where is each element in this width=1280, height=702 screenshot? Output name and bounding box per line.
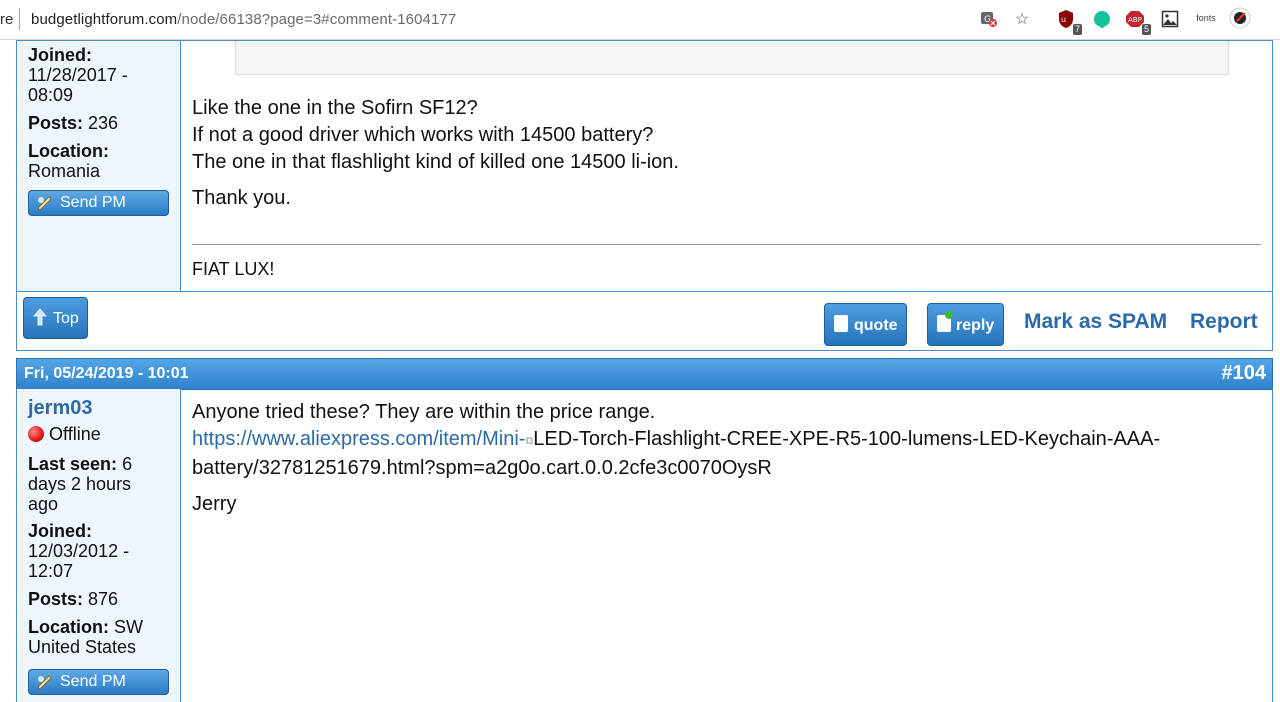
post-date: Fri, 05/24/2019 - 10:01 <box>24 365 189 382</box>
image-icon[interactable] <box>1160 9 1180 29</box>
last-seen-value: days 2 hours <box>28 474 132 494</box>
body-line: Like the one in the Sofirn SF12? <box>192 97 478 119</box>
pen-icon <box>37 196 52 211</box>
send-pm-label: Send PM <box>60 673 126 690</box>
quote-label: quote <box>854 317 898 334</box>
joined-row: Joined: <box>28 521 180 541</box>
send-pm-button[interactable]: Send PM <box>28 190 169 216</box>
fonts-extension-icon[interactable]: fonts <box>1194 8 1218 28</box>
comment-post-103: Joined: 11/28/2017 - 08:09 Posts: 236 Lo… <box>16 40 1273 292</box>
status-text: Offline <box>49 424 101 444</box>
aliexpress-link[interactable]: https://www.aliexpress.com/item/Mini-⧉LE… <box>192 426 1160 455</box>
link-text[interactable]: https://www.aliexpress.com/item/Mini- <box>192 428 525 450</box>
posts-row: Posts: 876 <box>28 589 180 609</box>
url-host: budgetlightforum.com <box>31 11 178 28</box>
signoff: Jerry <box>192 493 237 515</box>
send-pm-label: Send PM <box>60 194 126 211</box>
posts-label: Posts: <box>28 589 84 609</box>
adblock-icon[interactable]: ABP 5 <box>1125 9 1151 35</box>
posts-row: Posts: 236 <box>28 113 180 133</box>
joined-date: 12/03/2012 - <box>28 541 130 561</box>
author-name-link[interactable]: jerm03 <box>28 397 180 419</box>
ublock-icon[interactable]: u 7 <box>1056 9 1082 35</box>
post-content: Like the one in the Sofirn SF12? If not … <box>181 41 1272 291</box>
profile-avatar-icon[interactable] <box>1229 7 1251 29</box>
mark-as-spam-link[interactable]: Mark as SPAM <box>1024 310 1167 334</box>
post-content: Anyone tried these? They are within the … <box>181 389 1272 702</box>
joined-time: 12:07 <box>28 561 74 581</box>
posts-label: Posts: <box>28 113 84 133</box>
author-panel: Joined: 11/28/2017 - 08:09 Posts: 236 Lo… <box>17 41 181 291</box>
signature: FIAT LUX! <box>192 259 275 279</box>
report-link[interactable]: Report <box>1190 310 1258 334</box>
last-seen-label: Last seen: <box>28 454 118 474</box>
browser-address-bar: re budgetlightforum.com/node/66138?page=… <box>0 0 1280 40</box>
location-row: Location: SW <box>28 617 180 637</box>
joined-date: 11/28/2017 - <box>28 65 128 85</box>
posts-count: 236 <box>88 113 119 133</box>
quote-button[interactable]: quote <box>824 303 907 346</box>
quote-icon <box>834 315 848 332</box>
posts-count: 876 <box>88 589 119 609</box>
body-line: If not a good driver which works with 14… <box>192 124 654 146</box>
offline-status-icon <box>28 426 44 442</box>
thanks-line: Thank you. <box>192 187 291 209</box>
location-value: Romania <box>28 161 101 181</box>
url-field[interactable]: budgetlightforum.com/node/66138?page=3#c… <box>31 11 456 28</box>
joined-label: Joined: <box>28 521 93 541</box>
address-divider <box>19 8 20 30</box>
location-label: Location: <box>28 617 109 637</box>
reply-label: reply <box>956 317 995 334</box>
top-button[interactable]: Top <box>23 297 88 339</box>
post-body: Like the one in the Sofirn SF12? If not … <box>192 95 679 212</box>
svg-text:u: u <box>1061 15 1066 24</box>
post-header-104: Fri, 05/24/2019 - 10:01 #104 <box>16 358 1273 390</box>
bookmark-star-icon[interactable]: ☆ <box>1012 9 1032 29</box>
plus-icon <box>945 311 953 319</box>
quote-block <box>235 41 1229 75</box>
reply-button[interactable]: reply <box>927 303 1004 346</box>
svg-text:ABP: ABP <box>1128 16 1142 24</box>
ublock-badge: 7 <box>1072 24 1082 35</box>
last-seen-row: Last seen: 6 <box>28 454 180 474</box>
translate-off-icon[interactable]: G <box>979 9 999 29</box>
online-status: Offline <box>28 424 180 444</box>
joined-row: Joined: <box>28 45 180 65</box>
author-panel: jerm03 Offline Last seen: 6 days 2 hours… <box>17 389 181 702</box>
post-footer: Top quote reply Mark as SPAM Report <box>16 291 1273 351</box>
body-line: The one in that flashlight kind of kille… <box>192 151 679 173</box>
joined-label: Joined: <box>28 45 93 65</box>
url-edge-text: re <box>0 11 14 28</box>
top-label: Top <box>53 310 79 327</box>
body-line: Anyone tried these? They are within the … <box>192 401 656 423</box>
adblock-badge: 5 <box>1141 24 1151 35</box>
comment-post-104: jerm03 Offline Last seen: 6 days 2 hours… <box>16 389 1273 702</box>
url-path: /node/66138?page=3#comment-1604177 <box>177 11 457 28</box>
location-label: Location: <box>28 141 109 161</box>
link-text-line[interactable]: battery/32781251679.html?spm=a2g0o.cart.… <box>192 455 1160 482</box>
post-number-link[interactable]: #104 <box>1222 362 1267 385</box>
signature-divider <box>192 244 1261 245</box>
send-pm-button[interactable]: Send PM <box>28 669 169 695</box>
location-value: SW <box>114 617 144 637</box>
grammarly-icon[interactable] <box>1092 9 1112 29</box>
link-text[interactable]: LED-Torch-Flashlight-CREE-XPE-R5-100-lum… <box>533 428 1160 450</box>
location-value: United States <box>28 637 137 657</box>
pen-icon <box>37 675 52 690</box>
location-row: Location: <box>28 141 180 161</box>
joined-time: 08:09 <box>28 85 74 105</box>
arrow-up-icon <box>33 308 47 331</box>
last-seen-value: 6 <box>122 454 133 474</box>
last-seen-value: ago <box>28 494 59 514</box>
post-body: Anyone tried these? They are within the … <box>192 399 1160 518</box>
